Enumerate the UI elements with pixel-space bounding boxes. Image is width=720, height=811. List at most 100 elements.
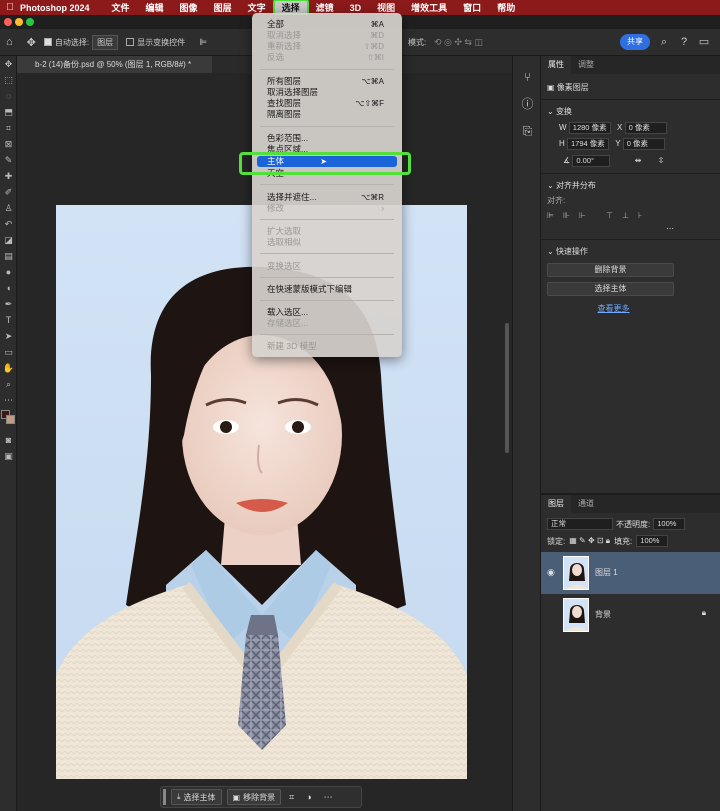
crop-tool-icon[interactable]: ⌗ <box>0 120 17 136</box>
menu-item-deselect[interactable]: 取消选择 ⌘D <box>252 30 402 41</box>
opacity-field[interactable]: 100% <box>653 518 686 530</box>
help-icon[interactable]: ? <box>678 36 690 48</box>
blur-tool-icon[interactable]: ● <box>0 264 17 280</box>
menu-item-all[interactable]: 全部 ⌘A <box>252 19 402 30</box>
visibility-eye-icon[interactable]: ◉ <box>547 567 555 578</box>
menu-item-color-range[interactable]: 色彩范围... <box>252 133 402 144</box>
show-transform-checkbox[interactable] <box>126 38 135 46</box>
marquee-tool-icon[interactable]: ⬚ <box>0 72 17 88</box>
show-transform-option[interactable]: 显示变换控件 <box>126 37 185 48</box>
type-tool-icon[interactable]: T <box>0 312 17 328</box>
apple-icon[interactable]:  <box>0 2 20 13</box>
x-field[interactable]: 0 像素 <box>624 122 667 134</box>
share-button[interactable]: 共享 <box>620 34 650 50</box>
stamp-tool-icon[interactable]: ♙ <box>0 200 17 216</box>
width-field[interactable]: 1280 像素 <box>568 122 611 134</box>
quick-mask-icon[interactable]: ◙ <box>0 432 17 448</box>
pen-tool-icon[interactable]: ✒ <box>0 296 17 312</box>
menu-file[interactable]: 文件 <box>104 0 138 15</box>
menu-item-save-selection[interactable]: 存储选区... <box>252 318 402 329</box>
dodge-tool-icon[interactable]: ◖ <box>0 280 17 296</box>
menu-item-similar[interactable]: 选取相似 <box>252 237 402 248</box>
menu-item-all-layers[interactable]: 所有图层 ⌥⌘A <box>252 76 402 87</box>
move-tool-icon[interactable]: ✥ <box>0 56 17 72</box>
layer-row[interactable]: 背景 🔒︎ <box>541 594 720 636</box>
layer-row[interactable]: ◉ 图层 1 <box>541 552 720 594</box>
path-select-tool-icon[interactable]: ➤ <box>0 328 17 344</box>
menu-item-grow[interactable]: 扩大选取 <box>252 226 402 237</box>
menu-item-select-and-mask[interactable]: 选择并遮住... ⌥⌘R <box>252 192 402 203</box>
background-color[interactable] <box>6 415 15 424</box>
y-field[interactable]: 0 像素 <box>622 138 665 150</box>
zoom-tool-icon[interactable]: ⌕ <box>0 376 17 392</box>
select-subject-button[interactable]: ⤓ 选择主体 <box>171 789 222 805</box>
align-buttons[interactable]: ⊫⊪⊩ ⊤⊥⊦ <box>541 211 720 220</box>
healing-tool-icon[interactable]: ✚ <box>0 168 17 184</box>
flip-vertical-icon[interactable]: ⇳ <box>658 156 665 165</box>
menu-item-new-3d-extrusion[interactable]: 新建 3D 模型 <box>252 341 402 352</box>
close-window-button[interactable] <box>4 18 12 26</box>
eyedropper-tool-icon[interactable]: ✎ <box>0 152 17 168</box>
menu-item-isolate-layers[interactable]: 隔离图层 <box>252 109 402 120</box>
select-subject-panel-button[interactable]: 选择主体 <box>547 282 674 296</box>
lock-icons[interactable]: ▦ ✎ ✥ ⊡ 🔒︎ <box>569 536 610 546</box>
move-tool-icon[interactable]: ✥ <box>27 36 36 49</box>
info-panel-icon[interactable]: ⓘ <box>513 91 542 118</box>
workspace-icon[interactable]: ▭ <box>698 36 710 48</box>
menu-help[interactable]: 帮助 <box>489 0 523 15</box>
layer-name[interactable]: 图层 1 <box>595 567 618 578</box>
document-tab[interactable]: b-2 (14)备份.psd @ 50% (图层 1, RGB/8#) * <box>17 56 212 73</box>
screen-mode-icon[interactable]: ▣ <box>0 448 17 464</box>
height-field[interactable]: 1794 像素 <box>567 138 610 150</box>
auto-select-option[interactable]: 自动选择: 图层 <box>43 34 119 50</box>
menu-image[interactable]: 图像 <box>172 0 206 15</box>
lasso-tool-icon[interactable]: ◌ <box>0 88 17 104</box>
transform-section-title[interactable]: ⌄ 变换 <box>541 106 720 117</box>
search-icon[interactable]: ⌕ <box>658 36 670 48</box>
task-bar-handle[interactable] <box>163 789 166 805</box>
menu-layer[interactable]: 图层 <box>206 0 240 15</box>
align-section-title[interactable]: ⌄ 对齐并分布 <box>541 180 720 191</box>
auto-select-checkbox[interactable] <box>43 38 52 46</box>
remove-background-panel-button[interactable]: 删除背景 <box>547 263 674 277</box>
blend-mode-dropdown[interactable]: 正常 <box>547 518 613 530</box>
tab-adjustments[interactable]: 调整 <box>571 56 601 74</box>
object-select-tool-icon[interactable]: ⬒ <box>0 104 17 120</box>
3d-mode-icons[interactable]: ⟲ ◎ ✣ ⇆ ◫ <box>434 37 483 48</box>
flip-horizontal-icon[interactable]: ⇹ <box>635 156 642 165</box>
menu-item-load-selection[interactable]: 载入选区... <box>252 307 402 318</box>
history-brush-icon[interactable]: ↶ <box>0 216 17 232</box>
hand-tool-icon[interactable]: ✋ <box>0 360 17 376</box>
home-icon[interactable]: ⌂ <box>6 36 13 48</box>
history-panel-icon[interactable]: ⑂ <box>513 64 542 91</box>
eraser-tool-icon[interactable]: ◪ <box>0 232 17 248</box>
zoom-window-button[interactable] <box>26 18 34 26</box>
menu-item-inverse[interactable]: 反选 ⇧⌘I <box>252 52 402 63</box>
frame-tool-icon[interactable]: ⊠ <box>0 136 17 152</box>
menu-item-reselect[interactable]: 重新选择 ⇧⌘D <box>252 41 402 52</box>
tab-channels[interactable]: 通道 <box>571 495 601 513</box>
fill-field[interactable]: 100% <box>636 535 669 547</box>
auto-select-dropdown[interactable]: 图层 <box>92 34 119 50</box>
menu-item-deselect-layers[interactable]: 取消选择图层 <box>252 87 402 98</box>
menu-item-modify[interactable]: 修改 › <box>252 203 402 214</box>
canvas-scrollbar[interactable] <box>505 323 509 453</box>
menu-item-transform-selection[interactable]: 变换选区 <box>252 261 402 272</box>
tab-properties[interactable]: 属性 <box>541 56 571 74</box>
brush-tool-icon[interactable]: ✐ <box>0 184 17 200</box>
more-tools-icon[interactable]: ⋯ <box>0 392 17 408</box>
quick-actions-title[interactable]: ⌄ 快速操作 <box>541 246 720 257</box>
app-name[interactable]: Photoshop 2024 <box>20 3 90 13</box>
adjust-icon[interactable]: ◑ <box>306 792 311 802</box>
shape-tool-icon[interactable]: ▭ <box>0 344 17 360</box>
menu-edit[interactable]: 编辑 <box>138 0 172 15</box>
lock-icon[interactable]: 🔒︎ <box>702 608 706 618</box>
tab-layers[interactable]: 图层 <box>541 495 571 513</box>
align-left-icon[interactable]: ⊫ <box>199 37 207 48</box>
minimize-window-button[interactable] <box>15 18 23 26</box>
more-options-icon[interactable]: ⋯ <box>324 792 333 803</box>
menu-window[interactable]: 窗口 <box>455 0 489 15</box>
menu-plugins[interactable]: 增效工具 <box>403 0 455 15</box>
learn-panel-icon[interactable]: ⎘ <box>513 118 542 145</box>
angle-field[interactable]: 0.00° <box>572 155 611 167</box>
